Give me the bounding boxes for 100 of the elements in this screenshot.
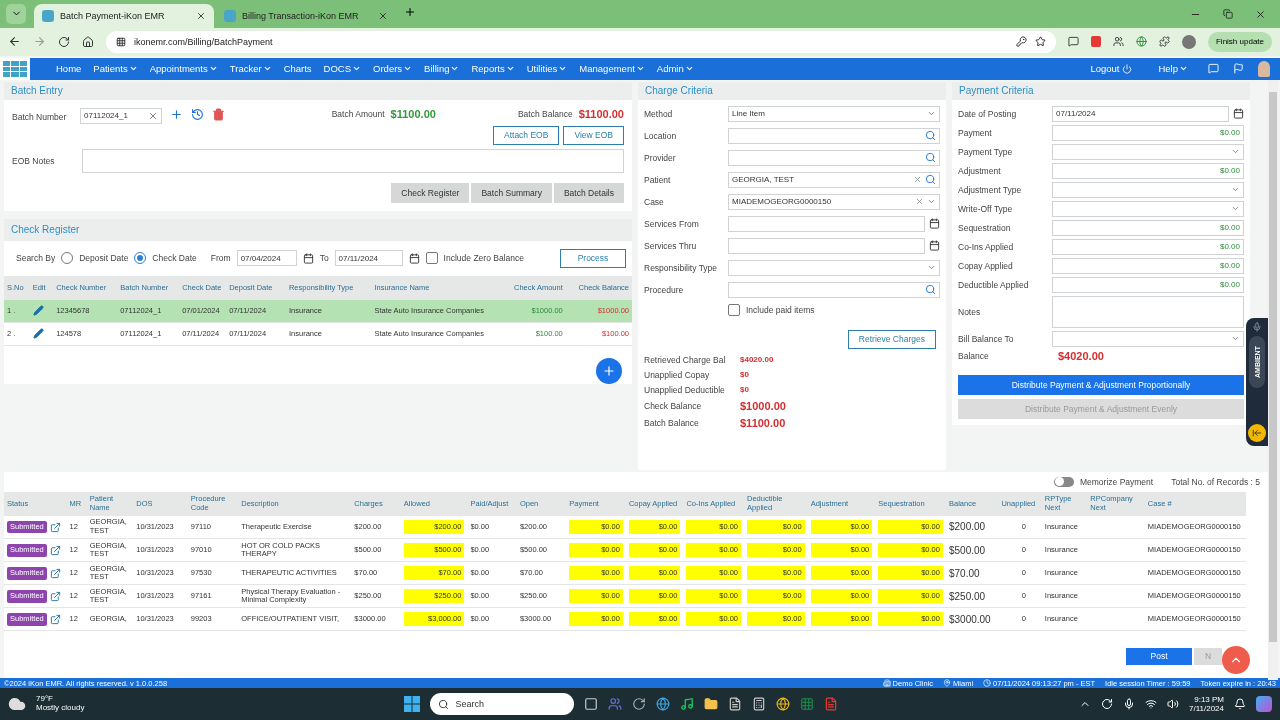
action-button[interactable]: Post (1126, 647, 1192, 665)
calendar-icon[interactable] (302, 252, 314, 264)
sync-icon[interactable] (1101, 698, 1113, 711)
nav-item[interactable]: Appointments (143, 63, 224, 75)
key-icon[interactable] (1015, 36, 1027, 48)
add-icon[interactable] (170, 107, 183, 121)
eob-button[interactable]: Attach EOB (493, 125, 560, 145)
extension-icon[interactable] (1112, 36, 1124, 48)
search-field[interactable] (728, 127, 940, 144)
select-field[interactable] (1052, 143, 1244, 160)
nav-item[interactable]: Utilities (520, 63, 574, 75)
reload-icon[interactable] (58, 35, 70, 48)
view-button[interactable]: Batch Details (553, 182, 624, 203)
close-icon[interactable] (378, 10, 388, 21)
amount-field[interactable]: $0.00 (1052, 276, 1244, 293)
spreadsheet-icon[interactable] (800, 697, 815, 712)
search-icon[interactable] (925, 284, 936, 296)
calendar-icon[interactable] (408, 252, 420, 264)
calendar-icon[interactable] (929, 240, 940, 252)
trash-icon[interactable] (212, 107, 225, 121)
restore-icon[interactable] (1223, 8, 1233, 19)
folder-icon[interactable] (704, 697, 719, 712)
pencil-icon[interactable] (32, 305, 44, 317)
amount-field[interactable]: $0.00 (1052, 124, 1244, 141)
browser-icon[interactable] (656, 697, 671, 712)
calculator-icon[interactable] (752, 697, 767, 712)
app-logo[interactable] (0, 57, 30, 80)
checkbox[interactable] (425, 252, 438, 265)
volume-icon[interactable] (1167, 698, 1179, 711)
help-menu[interactable]: Help (1152, 63, 1194, 75)
date-field[interactable] (728, 237, 925, 254)
amount-field[interactable]: $0.00 (1052, 219, 1244, 236)
clock-date[interactable]: 7/11/2024 (1189, 704, 1224, 714)
add-button[interactable] (596, 357, 622, 384)
view-button[interactable]: Batch Summary (471, 182, 552, 203)
browser-tab[interactable]: Billing Transaction-iKon EMR (216, 3, 396, 28)
distribute-button[interactable]: Distribute Payment & Adjustment Proportionally (958, 374, 1244, 395)
external-link-icon[interactable] (49, 590, 61, 602)
clear-icon[interactable] (915, 197, 924, 207)
logout-link[interactable]: Logout (1084, 63, 1139, 75)
clock-time[interactable]: 9:13 PM (1194, 694, 1224, 705)
notes-field[interactable] (1052, 295, 1244, 328)
search-field[interactable]: GEORGIA, TEST (728, 171, 940, 188)
puzzle-icon[interactable] (1158, 36, 1170, 48)
browser-tab[interactable]: Batch Payment-iKon EMR (34, 3, 214, 28)
search-field[interactable] (728, 149, 940, 166)
bell-icon[interactable] (1234, 698, 1246, 711)
amount-field[interactable]: $0.00 (1052, 162, 1244, 179)
nav-item[interactable]: Billing (418, 63, 466, 75)
external-link-icon[interactable] (49, 521, 61, 533)
clear-icon[interactable] (913, 175, 922, 185)
search-field[interactable]: Search (430, 693, 575, 716)
toggle-switch[interactable] (1053, 476, 1074, 487)
mic-icon[interactable] (1123, 698, 1135, 711)
copilot-icon[interactable] (1256, 696, 1272, 713)
amount-field[interactable]: $0.00 (1052, 238, 1244, 255)
pdf-icon[interactable] (824, 697, 839, 712)
pencil-icon[interactable] (32, 328, 44, 340)
nav-item[interactable]: Tracker (223, 63, 278, 75)
windows-logo-icon[interactable] (404, 696, 421, 713)
user-avatar[interactable] (1258, 60, 1270, 77)
select-field[interactable] (1052, 330, 1244, 347)
nav-item[interactable]: Patients (87, 63, 144, 75)
avatar[interactable] (1181, 34, 1196, 49)
select-field[interactable] (728, 259, 940, 276)
nav-item[interactable]: Management (573, 63, 651, 75)
star-icon[interactable] (1034, 36, 1046, 48)
external-link-icon[interactable] (49, 544, 61, 556)
address-bar[interactable]: ikonemr.com/Billing/BatchPayment (106, 30, 1056, 53)
nav-item[interactable]: Home (50, 63, 88, 75)
new-tab-icon[interactable] (404, 5, 416, 18)
view-button[interactable]: Check Register (391, 182, 470, 203)
nav-item[interactable]: Admin (650, 63, 700, 75)
date-field[interactable]: 07/04/2024 (236, 250, 297, 267)
checkbox[interactable] (728, 303, 740, 316)
calendar-icon[interactable] (1233, 108, 1244, 120)
nav-item[interactable]: Reports (465, 63, 521, 75)
search-field[interactable] (728, 281, 940, 298)
select-field[interactable] (1052, 200, 1244, 217)
date-field[interactable]: 07/11/2024 (334, 250, 403, 267)
clear-icon[interactable] (148, 110, 158, 121)
scrollbar[interactable] (1268, 80, 1278, 680)
collapse-button[interactable] (1248, 424, 1266, 442)
app-icon[interactable] (632, 697, 647, 712)
select-field[interactable]: Line Item (728, 105, 940, 122)
date-field[interactable]: 07/11/2024 (1052, 105, 1229, 122)
external-link-icon[interactable] (49, 567, 61, 579)
calendar-icon[interactable] (929, 218, 940, 230)
nav-item[interactable]: Charts (277, 63, 318, 75)
eob-button[interactable]: View EOB (563, 125, 624, 145)
back-icon[interactable] (8, 35, 21, 49)
home-icon[interactable] (82, 35, 94, 48)
nav-item[interactable]: DOCS (317, 63, 368, 75)
extension-icon[interactable] (1135, 36, 1147, 48)
batch-number-field[interactable]: 07112024_1 (80, 107, 162, 124)
retrieve-button[interactable]: Retrieve Charges (847, 329, 936, 349)
amount-field[interactable]: $0.00 (1052, 257, 1244, 274)
site-info-icon[interactable] (116, 36, 126, 47)
message-icon[interactable] (1208, 63, 1219, 75)
music-icon[interactable] (680, 697, 695, 712)
